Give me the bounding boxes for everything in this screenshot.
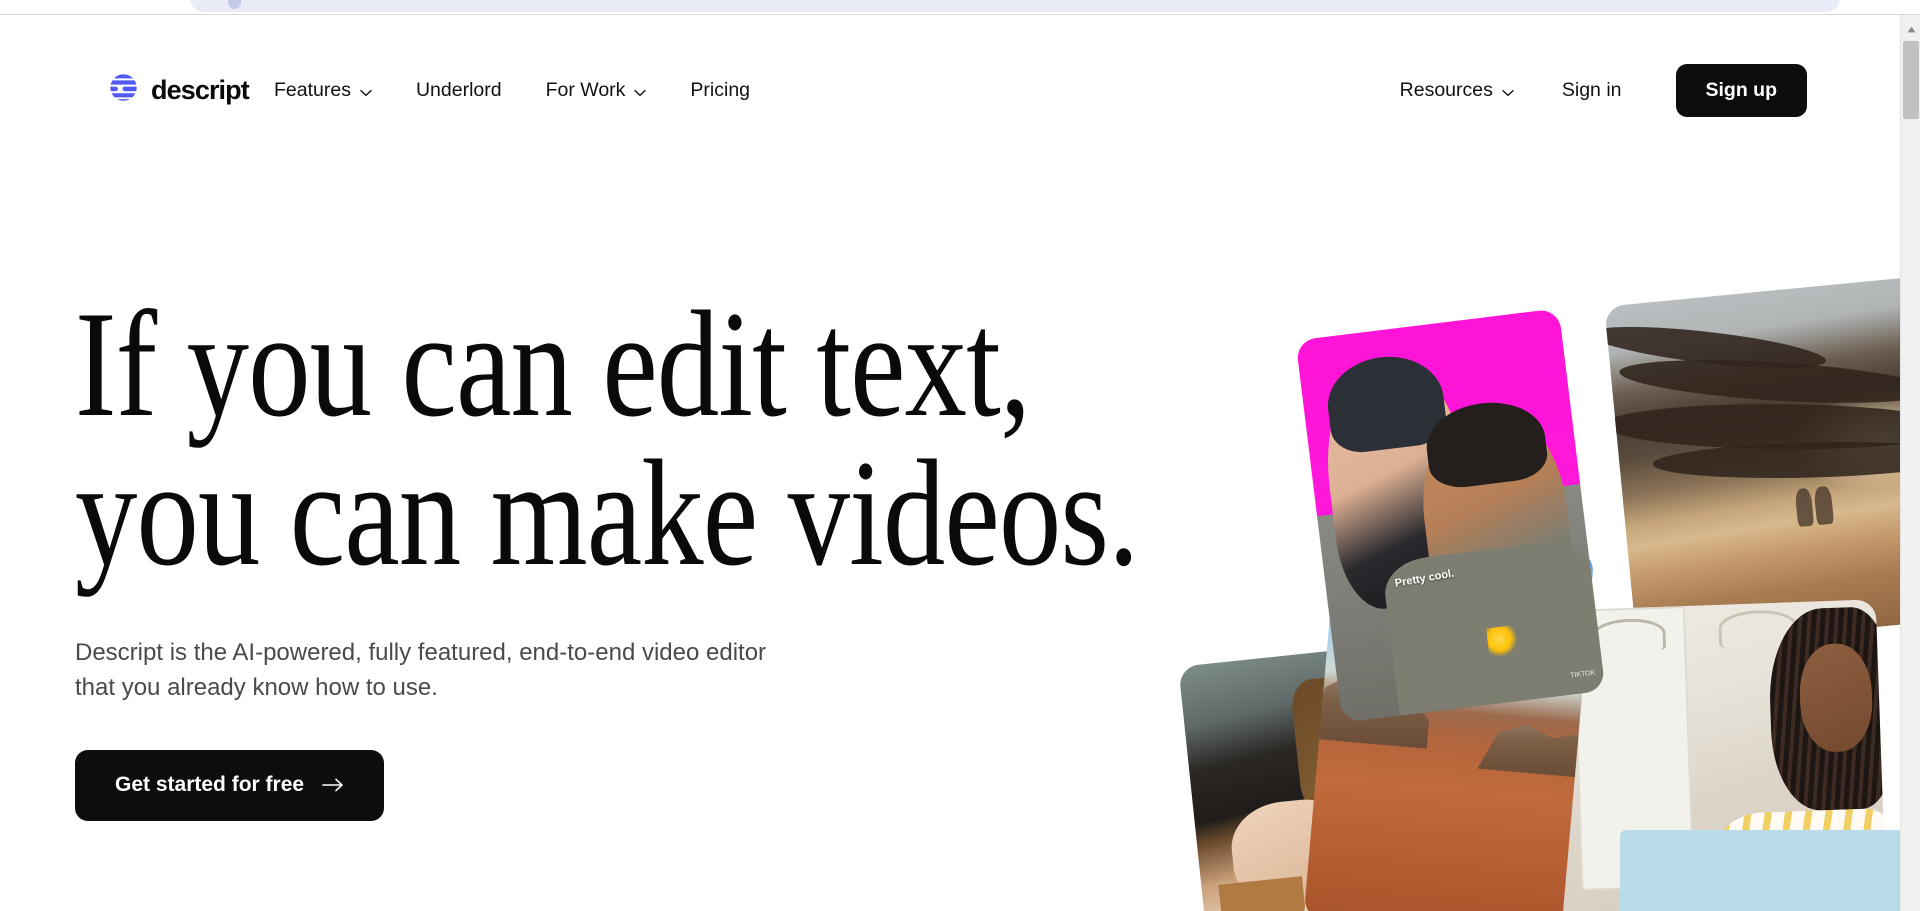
hero-subheading-line-1: Descript is the AI-powered, fully featur… — [75, 638, 767, 666]
hero-headline-line-2: you can make videos. — [75, 428, 1139, 597]
arrow-right-icon — [322, 774, 344, 798]
scrollbar-thumb[interactable] — [1903, 41, 1919, 119]
hero-media-collage: Pretty cool. TIKTOK — [1178, 265, 1900, 911]
hero-copy-block: If you can edit text, you can make video… — [75, 280, 1295, 821]
collage-card-tree-silhouette — [1604, 274, 1900, 651]
triangle-up-icon[interactable] — [1901, 21, 1920, 37]
hero-subheading: Descript is the AI-powered, fully featur… — [75, 636, 865, 706]
hero-headline: If you can edit text, you can make video… — [75, 280, 1139, 597]
get-started-button[interactable]: Get started for free — [75, 749, 385, 821]
hero-section: If you can edit text, you can make video… — [0, 15, 1900, 911]
page-surface: descript Features Underlord For Work Pri… — [0, 15, 1900, 911]
hero-headline-line-1: If you can edit text, — [75, 280, 1031, 448]
page-scrollbar[interactable] — [1900, 15, 1920, 911]
get-started-button-label: Get started for free — [115, 773, 305, 796]
collage-card-light-blue-panel — [1620, 830, 1900, 911]
hero-subheading-line-2: that you already know how to use. — [75, 673, 438, 701]
collage-card-magenta-duo: Pretty cool. TIKTOK — [1295, 308, 1606, 723]
top-promo-banner[interactable] — [190, 0, 1840, 12]
